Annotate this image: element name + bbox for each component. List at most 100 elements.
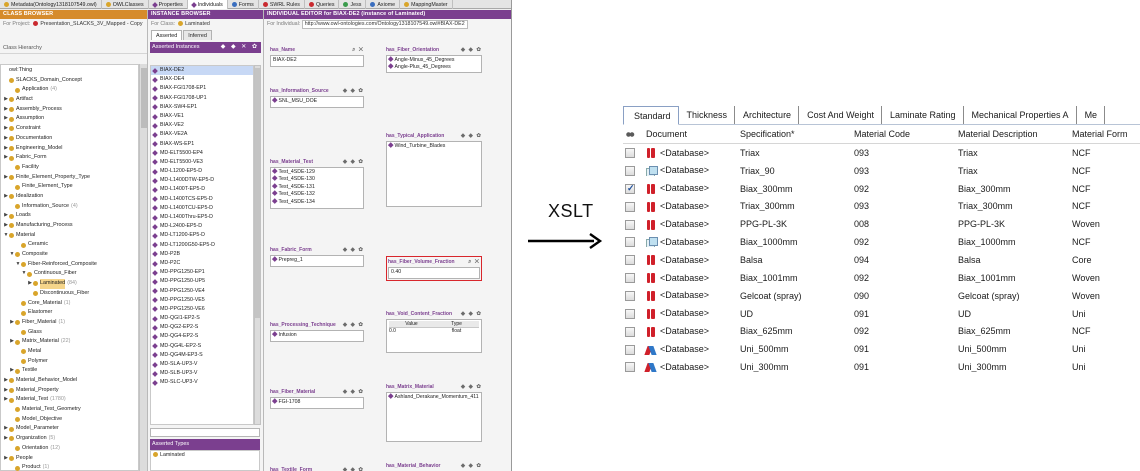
row-checkbox[interactable]	[625, 201, 635, 212]
instance-list-item[interactable]: MD-PPG1250-UP5	[151, 277, 253, 286]
slot-action-icons[interactable]: ⌕ ✕	[352, 46, 364, 55]
slot-action-icons[interactable]: ◆ ◆ ✿	[343, 321, 364, 330]
slot-action-icons[interactable]: ◆ ◆ ✿	[461, 462, 482, 471]
instance-list-item[interactable]: BIAX-WS-EP1	[151, 140, 253, 149]
instance-list-item[interactable]: MD-QG4M-EP3-S	[151, 351, 253, 360]
class-tree-item[interactable]: Ceramic	[1, 240, 138, 250]
instance-list-item[interactable]: MD-ELT5500-EP4	[151, 149, 253, 158]
instance-list-item[interactable]: MD-QGI1-EP2-S	[151, 314, 253, 323]
slot-value-box[interactable]: Wind_Turbine_Blades	[386, 141, 482, 207]
row-checkbox[interactable]	[625, 326, 635, 337]
class-tree-item[interactable]: Orientation (12)	[1, 444, 138, 454]
class-tree-item[interactable]: Glass	[1, 328, 138, 338]
table-row[interactable]: <Database> Triax_90 093 Triax NCF	[623, 162, 1140, 180]
instance-list-item[interactable]: MD-LT1200G50-EP5-D	[151, 241, 253, 250]
class-tree-item[interactable]: Metal	[1, 347, 138, 357]
table-row[interactable]: <Database> Biax_300mm 092 Biax_300mm NCF	[623, 180, 1140, 198]
instance-list-item[interactable]: MD-SLA-UP3-V	[151, 360, 253, 369]
instance-list[interactable]: BIAX-DE2 BIAX-DE4 BIAX-FGI1708-EP1 BIAX-FGI…	[150, 65, 254, 425]
class-tree-item[interactable]: ▶ Material_Test (1780)	[1, 395, 138, 405]
tab-architecture[interactable]: Architecture	[735, 106, 800, 124]
instance-list-item[interactable]: MD-L1400TCS-EP5-D	[151, 195, 253, 204]
class-tree-item[interactable]: ▶ Constraint	[1, 124, 138, 134]
instance-list-item[interactable]: MD-L1400Thru-EP5-D	[151, 213, 253, 222]
instance-list-item[interactable]: BIAX-FGI1708-UP1	[151, 94, 253, 103]
instance-list-item[interactable]: MD-QG4-EP2-S	[151, 332, 253, 341]
protege-tab-forms[interactable]: Forms	[228, 0, 259, 9]
class-tree-item[interactable]: ▶ Idealization	[1, 192, 138, 202]
class-tree-scrollbar[interactable]	[139, 64, 147, 471]
row-checkbox[interactable]	[625, 183, 635, 194]
protege-tab-owlclasses[interactable]: OWLClasses	[102, 0, 149, 9]
instance-list-item[interactable]: MD-PPG1250-VE5	[151, 296, 253, 305]
class-tree-item[interactable]: ▶ Engineering_Model	[1, 144, 138, 154]
table-row[interactable]: <Database> Balsa 094 Balsa Core	[623, 251, 1140, 269]
table-row[interactable]: <Database> Biax_1000mm 092 Biax_1000mm NCF	[623, 233, 1140, 251]
instance-list-scrollbar[interactable]	[254, 65, 261, 425]
class-tree-item[interactable]: ▶ Laminated (84)	[1, 279, 138, 289]
class-tree-item[interactable]: ▼ Continuous_Fiber	[1, 269, 138, 279]
slot-action-icons[interactable]: ◆ ◆ ✿	[461, 310, 482, 319]
row-checkbox[interactable]	[625, 362, 635, 373]
row-checkbox[interactable]	[625, 237, 635, 248]
slot-action-icons[interactable]: ◆ ◆ ✿	[461, 46, 482, 55]
class-tree-item[interactable]: Product (1)	[1, 463, 138, 471]
row-checkbox[interactable]	[625, 344, 635, 355]
row-checkbox[interactable]	[625, 166, 635, 177]
slot-action-icons[interactable]: ◆ ◆ ✿	[461, 132, 482, 141]
scrollbar-thumb[interactable]	[141, 68, 147, 128]
protege-tab-properties[interactable]: Properties	[149, 0, 188, 9]
table-row[interactable]: <Database> Biax_625mm 092 Biax_625mm NCF	[623, 322, 1140, 340]
class-tree-item[interactable]: ▶ Manufacturing_Process	[1, 221, 138, 231]
table-row[interactable]: <Database> Biax_1001mm 092 Biax_1001mm Woven	[623, 269, 1140, 287]
instance-list-item[interactable]: BIAX-DE4	[151, 75, 253, 84]
instance-list-item[interactable]: BIAX-VE2A	[151, 130, 253, 139]
instance-list-item[interactable]: MD-QG2-EP2-S	[151, 323, 253, 332]
class-tree-item[interactable]: ▶ Organization (5)	[1, 434, 138, 444]
column-header-specification[interactable]: Specification*	[738, 129, 854, 139]
table-row[interactable]: <Database> UD 091 UD Uni	[623, 305, 1140, 323]
class-tree-item[interactable]: ▶ Textile	[1, 366, 138, 376]
slot-action-icons[interactable]: ◆ ◆ ✿	[343, 466, 364, 471]
instance-list-item[interactable]: MD-PPG1250-VE6	[151, 305, 253, 314]
slot-action-icons[interactable]: ◆ ◆ ✿	[343, 246, 364, 255]
individual-uri-field[interactable]: http://www.owl-ontologies.com/Ontology13…	[301, 20, 468, 29]
class-tree-item[interactable]: Elastomer	[1, 308, 138, 318]
class-tree[interactable]: owl:Thing SLACKS_Domain_Concept Applicatio…	[0, 64, 139, 471]
row-checkbox[interactable]	[625, 148, 635, 159]
row-checkbox[interactable]	[625, 273, 635, 284]
slot-value-box[interactable]: 0.40	[388, 267, 480, 279]
tab-laminate-rating[interactable]: Laminate Rating	[882, 106, 964, 124]
instance-list-item[interactable]: MD-P2C	[151, 259, 253, 268]
slot-action-icons[interactable]: ◆ ◆ ✿	[343, 158, 364, 167]
class-tree-item[interactable]: ▶ Matrix_Material (22)	[1, 337, 138, 347]
class-tree-item[interactable]: ▶ Loads	[1, 211, 138, 221]
class-tree-item[interactable]: Facility	[1, 163, 138, 173]
instance-list-item[interactable]: MD-L1400T-EP5-D	[151, 185, 253, 194]
slot-action-icons[interactable]: ◆ ◆ ✿	[343, 87, 364, 96]
column-options[interactable]	[623, 129, 639, 139]
instance-list-item[interactable]: MD-L1200-EP5-D	[151, 167, 253, 176]
class-tree-item[interactable]: ▶ Model_Parameter	[1, 424, 138, 434]
slot-value-box[interactable]: Infusion	[270, 330, 364, 342]
class-tree-item[interactable]: ▶ Finite_Element_Property_Type	[1, 173, 138, 183]
protege-tab-jess[interactable]: Jess	[339, 0, 367, 9]
table-row[interactable]: <Database> Triax 093 Triax NCF	[623, 144, 1140, 162]
class-tree-item[interactable]: Core_Material (1)	[1, 299, 138, 309]
protege-tab-swrl-rules[interactable]: SWRL Rules	[259, 0, 305, 9]
class-tree-item[interactable]: Application (4)	[1, 85, 138, 95]
instance-list-item[interactable]: MD-P2B	[151, 250, 253, 259]
class-tree-item[interactable]: ▶ Fabric_Form	[1, 153, 138, 163]
column-header-document[interactable]: Document	[639, 129, 738, 139]
protege-tab-metadata-ontology1318107549-owl-[interactable]: Metadata(Ontology1318107549.owl)	[0, 0, 102, 9]
slot-action-icons[interactable]: ⌕ ✕	[468, 258, 480, 267]
class-tree-item[interactable]: ▶ Documentation	[1, 134, 138, 144]
slot-value-box[interactable]: Prepreg_1	[270, 255, 364, 267]
row-checkbox[interactable]	[625, 290, 635, 301]
slot-table-row[interactable]: 0.0 float	[389, 328, 479, 335]
class-tree-item[interactable]: Information_Source (4)	[1, 202, 138, 212]
class-tree-item[interactable]: ▶ Assumption	[1, 114, 138, 124]
column-header-material-form[interactable]: Material Form	[1072, 129, 1140, 139]
class-tree-item[interactable]: ▼ Fiber-Reinforced_Composite	[1, 260, 138, 270]
slot-action-icons[interactable]: ◆ ◆ ✿	[461, 383, 482, 392]
